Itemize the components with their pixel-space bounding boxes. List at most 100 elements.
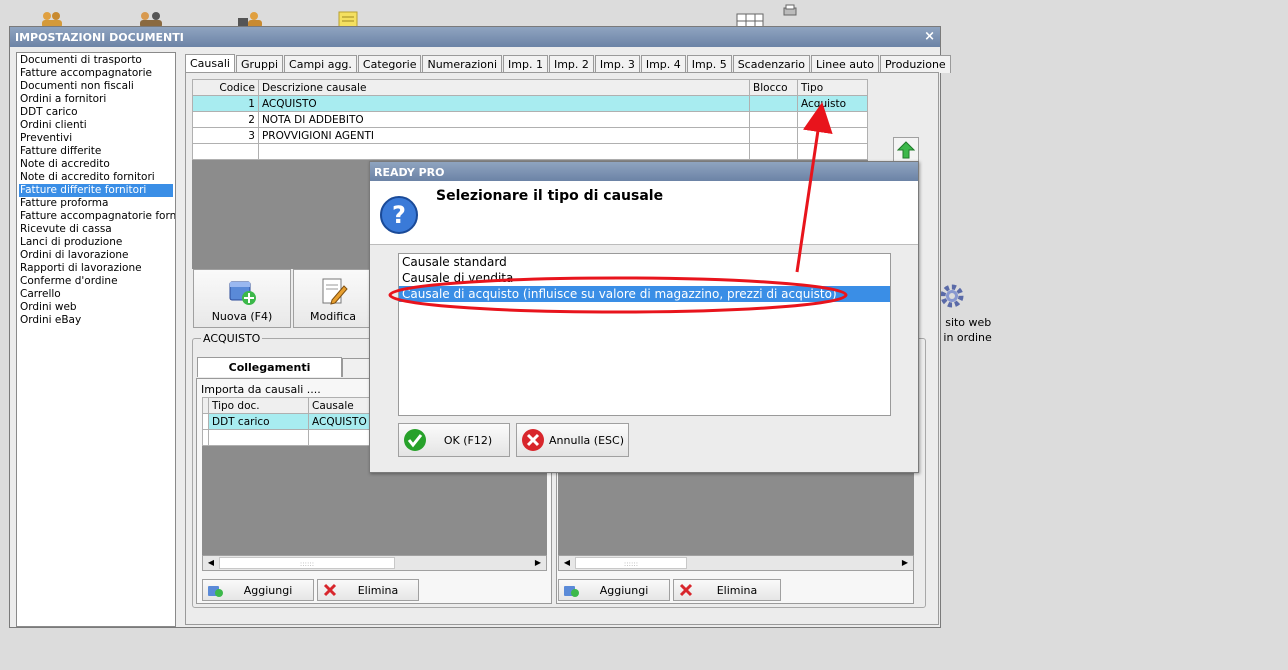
settings-gear-icon[interactable] [938, 282, 966, 313]
move-up-button[interactable] [893, 137, 919, 163]
window-title: IMPOSTAZIONI DOCUMENTI [15, 31, 184, 44]
col-tipo[interactable]: Tipo [797, 79, 868, 96]
tab-scadenzario[interactable]: Scadenzario [732, 55, 811, 73]
tab-imp-3[interactable]: Imp. 3 [594, 55, 640, 73]
tab-imp-4[interactable]: Imp. 4 [640, 55, 686, 73]
list-item[interactable]: Documenti di trasporto [19, 54, 173, 67]
cell-tipo-doc[interactable]: DDT carico [208, 413, 309, 430]
cell-blocco[interactable] [749, 95, 799, 112]
tab-gruppi[interactable]: Gruppi [235, 55, 284, 73]
scroll-left-icon[interactable]: ◀ [560, 557, 574, 569]
list-item[interactable]: Ricevute di cassa [19, 223, 173, 236]
printer-icon[interactable] [782, 4, 806, 24]
left-horizontal-scrollbar[interactable]: ◀ :::::: ▶ [202, 555, 547, 571]
causali-table[interactable]: Codice Descrizione causale Blocco Tipo 1… [192, 79, 868, 160]
cell-empty[interactable] [192, 143, 259, 160]
add-right-button[interactable]: Aggiungi [558, 579, 670, 601]
table-row[interactable]: 3 PROVVIGIONI AGENTI [192, 127, 868, 144]
arrow-up-icon [897, 141, 915, 159]
scroll-right-icon[interactable]: ▶ [898, 557, 912, 569]
list-item[interactable]: Fatture accompagnatorie fornito [19, 210, 175, 223]
scroll-left-icon[interactable]: ◀ [204, 557, 218, 569]
tab-categorie[interactable]: Categorie [357, 55, 422, 73]
document-type-list[interactable]: Documenti di trasporto Fatture accompagna… [16, 52, 176, 627]
cell-codice[interactable]: 3 [192, 127, 259, 144]
cell-blocco[interactable] [749, 111, 799, 128]
cell-tipo[interactable] [797, 127, 868, 144]
tab-imp-5[interactable]: Imp. 5 [686, 55, 732, 73]
delete-x-icon [679, 583, 693, 597]
list-item[interactable]: Fatture differite [19, 145, 173, 158]
list-item[interactable]: Fatture accompagnatorie [19, 67, 173, 80]
right-horizontal-scrollbar[interactable]: ◀ :::::: ▶ [558, 555, 914, 571]
cell-tipo[interactable]: Acquisto [797, 95, 868, 112]
table-row[interactable] [192, 143, 868, 160]
scroll-grip: :::::: [623, 560, 639, 568]
list-item[interactable]: Ordini clienti [19, 119, 173, 132]
list-item[interactable]: Fatture differite fornitori [19, 184, 173, 197]
list-item[interactable]: Ordini web [19, 301, 173, 314]
list-item[interactable]: Note di accredito [19, 158, 173, 171]
tab-linee-auto[interactable]: Linee auto [811, 55, 879, 73]
scroll-thumb[interactable]: :::::: [219, 557, 395, 569]
cell-descrizione[interactable]: ACQUISTO [257, 95, 751, 112]
list-item[interactable]: Ordini di lavorazione [19, 249, 173, 262]
tab-numerazioni[interactable]: Numerazioni [422, 55, 503, 73]
cell-empty[interactable] [749, 143, 799, 160]
list-item[interactable]: Carrello [19, 288, 173, 301]
list-item[interactable]: Lanci di produzione [19, 236, 173, 249]
cell-codice[interactable]: 1 [192, 95, 259, 112]
col-codice[interactable]: Codice [192, 79, 259, 96]
add-icon [208, 586, 223, 597]
cell-tipo[interactable] [797, 111, 868, 128]
dialog-titlebar[interactable]: READY PRO [370, 162, 918, 181]
cell-codice[interactable]: 2 [192, 111, 259, 128]
causale-type-list[interactable]: Causale standard Causale di vendita Causal… [398, 253, 891, 416]
list-item[interactable]: DDT carico [19, 106, 173, 119]
delete-right-button[interactable]: Elimina [673, 579, 781, 601]
ok-button[interactable]: OK (F12) [398, 423, 510, 457]
cell-descrizione[interactable]: PROVVIGIONI AGENTI [257, 127, 751, 144]
tab-imp-2[interactable]: Imp. 2 [548, 55, 594, 73]
scroll-thumb[interactable]: :::::: [575, 557, 687, 569]
list-item[interactable]: Conferme d'ordine [19, 275, 173, 288]
close-icon[interactable]: × [924, 29, 935, 44]
table-row[interactable]: 2 NOTA DI ADDEBITO [192, 111, 868, 128]
new-button[interactable]: Nuova (F4) [193, 269, 291, 328]
list-item[interactable]: Documenti non fiscali [19, 80, 173, 93]
causale-option[interactable]: Causale di acquisto (influisce su valore… [399, 286, 890, 302]
scroll-right-icon[interactable]: ▶ [531, 557, 545, 569]
cancel-button[interactable]: Annulla (ESC) [516, 423, 629, 457]
add-link-button[interactable]: Aggiungi [202, 579, 314, 601]
cell-descrizione[interactable]: NOTA DI ADDEBITO [257, 111, 751, 128]
tab-causali[interactable]: Causali [185, 54, 235, 73]
tab-campi-agg[interactable]: Campi agg. [284, 55, 357, 73]
cell-empty[interactable] [257, 143, 751, 160]
delete-right-label: Elimina [716, 583, 758, 597]
delete-link-button[interactable]: Elimina [317, 579, 419, 601]
col-blocco[interactable]: Blocco [749, 79, 799, 96]
tab-secondary[interactable] [342, 358, 372, 377]
causale-option[interactable]: Causale di vendita [399, 270, 890, 286]
table-row[interactable]: 1 ACQUISTO Acquisto [192, 95, 868, 112]
settings-tabs: Causali Gruppi Campi agg. Categorie Numerazi… [185, 54, 952, 73]
causale-option[interactable]: Causale standard [399, 254, 890, 270]
tab-imp-1[interactable]: Imp. 1 [503, 55, 548, 73]
col-tipo-doc[interactable]: Tipo doc. [208, 397, 309, 414]
tab-collegamenti[interactable]: Collegamenti [197, 357, 342, 377]
list-item[interactable]: Rapporti di lavorazione [19, 262, 173, 275]
dialog-header: ? Selezionare il tipo di causale [370, 181, 918, 245]
edit-button[interactable]: Modifica [293, 269, 373, 328]
list-item[interactable]: Fatture proforma [19, 197, 173, 210]
tab-produzione[interactable]: Produzione [879, 55, 951, 73]
list-item[interactable]: Preventivi [19, 132, 173, 145]
list-item[interactable]: Ordini eBay [19, 314, 173, 327]
col-descrizione[interactable]: Descrizione causale [257, 79, 751, 96]
list-item[interactable]: Note di accredito fornitori [19, 171, 173, 184]
cell-empty[interactable] [797, 143, 868, 160]
window-titlebar[interactable]: IMPOSTAZIONI DOCUMENTI × [10, 27, 940, 47]
list-item[interactable]: Ordini a fornitori [19, 93, 173, 106]
cell-empty[interactable] [208, 429, 309, 446]
add-icon [564, 586, 579, 597]
cell-blocco[interactable] [749, 127, 799, 144]
